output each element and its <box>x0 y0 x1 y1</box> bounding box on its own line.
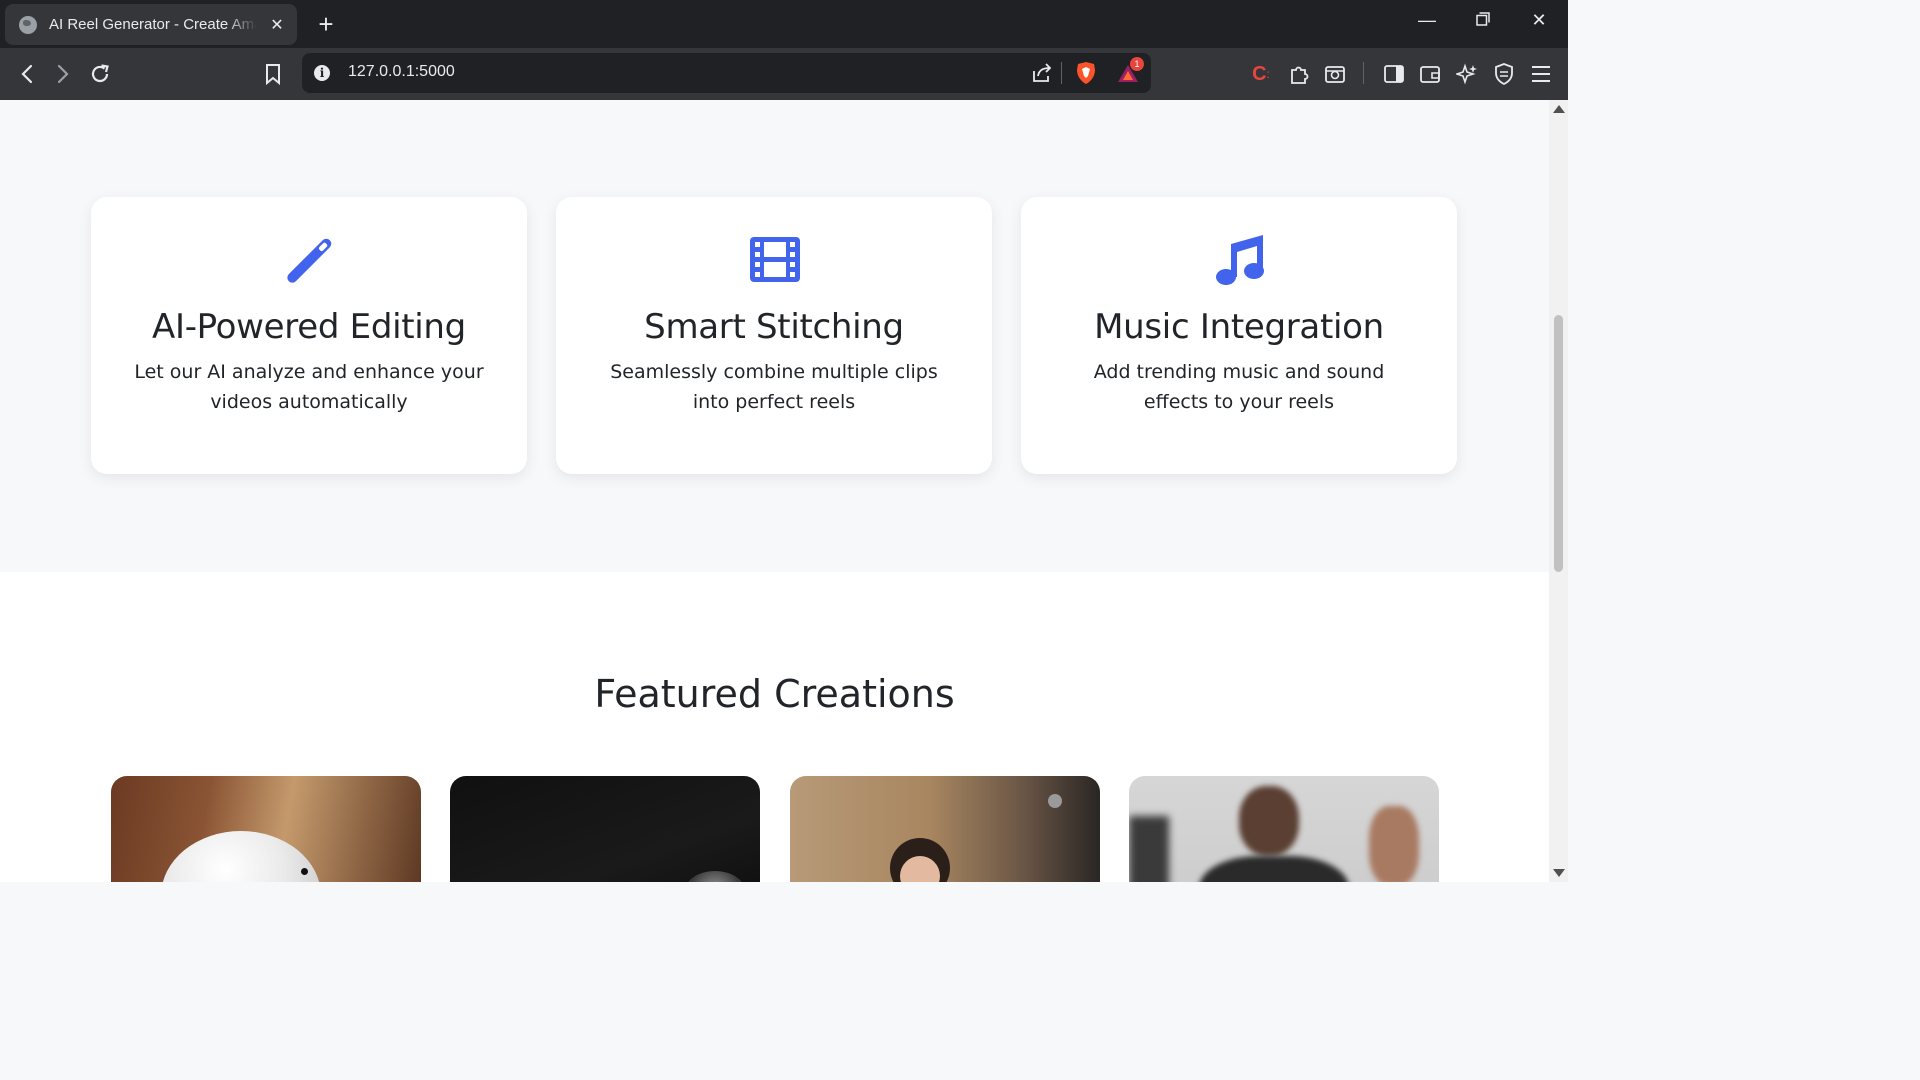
thumbnail-figure <box>1199 856 1349 882</box>
brave-shields-icon[interactable] <box>1072 59 1100 87</box>
sidebar-icon[interactable] <box>1380 60 1408 88</box>
tab-close-icon[interactable]: ✕ <box>267 15 287 35</box>
toolbar-divider <box>1363 62 1364 84</box>
browser-tabbar: AI Reel Generator - Create Amazing Reels… <box>0 0 1568 48</box>
brave-rewards-icon[interactable]: 1 <box>1114 57 1144 87</box>
thumbnail-image <box>1239 786 1299 856</box>
features-section: AI-Powered Editing Let our AI analyze an… <box>0 100 1549 572</box>
vpn-shield-icon[interactable] <box>1490 60 1518 88</box>
omnibox-divider <box>1061 62 1062 84</box>
browser-toolbar: i 127.0.0.1:5000 1 C: <box>0 48 1568 100</box>
reel-thumbnail[interactable] <box>790 776 1100 882</box>
feature-title: Music Integration <box>1094 307 1384 347</box>
featured-creations-section: Featured Creations <box>0 572 1549 882</box>
minimize-icon[interactable]: — <box>1412 10 1442 31</box>
close-window-icon[interactable]: ✕ <box>1524 10 1554 31</box>
rewards-badge: 1 <box>1130 57 1144 71</box>
forward-icon[interactable] <box>49 60 77 88</box>
reel-thumbnail[interactable] <box>111 776 421 882</box>
thumbnail-image <box>685 871 745 882</box>
browser-tab[interactable]: AI Reel Generator - Create Amazing Reels… <box>5 4 297 45</box>
globe-icon <box>19 15 37 34</box>
wallet-icon[interactable] <box>1416 60 1444 88</box>
back-icon[interactable] <box>13 60 41 88</box>
bookmark-icon[interactable] <box>259 60 287 88</box>
scroll-up-arrow-icon[interactable] <box>1553 105 1565 113</box>
address-bar[interactable]: i 127.0.0.1:5000 1 <box>302 53 1151 93</box>
feature-card-smart-stitching: Smart Stitching Seamlessly combine multi… <box>556 197 992 474</box>
feature-description: Add trending music and sound effects to … <box>1093 361 1385 413</box>
music-note-icon <box>1216 235 1264 285</box>
feature-card-music-integration: Music Integration Add trending music and… <box>1021 197 1457 474</box>
reel-thumbnail[interactable] <box>1129 776 1439 882</box>
thumbnail-detail <box>1048 794 1062 808</box>
feature-description: Seamlessly combine multiple clips into p… <box>610 361 938 413</box>
leo-ai-icon[interactable] <box>1453 60 1481 88</box>
restore-icon[interactable] <box>1468 10 1498 31</box>
new-tab-button[interactable]: + <box>312 9 340 39</box>
menu-icon[interactable] <box>1527 60 1555 88</box>
share-icon[interactable] <box>1028 59 1056 87</box>
section-heading: Featured Creations <box>594 672 955 716</box>
thumbnail-image <box>161 831 321 882</box>
screenshot-icon[interactable] <box>1321 60 1349 88</box>
reload-icon[interactable] <box>86 60 114 88</box>
page-viewport: AI-Powered Editing Let our AI analyze an… <box>0 100 1549 882</box>
site-info-icon[interactable]: i <box>314 65 330 81</box>
thumbnail-detail <box>301 868 308 875</box>
reel-thumbnail[interactable] <box>450 776 760 882</box>
feature-description: Let our AI analyze and enhance your vide… <box>134 361 484 413</box>
magic-wand-icon <box>287 238 332 283</box>
thumbnail-hand <box>1369 806 1419 882</box>
tab-title: AI Reel Generator - Create Amazing Reels <box>49 16 257 33</box>
extension-c-icon[interactable]: C: <box>1247 60 1275 88</box>
scrollbar-thumb[interactable] <box>1554 315 1563 572</box>
extensions-puzzle-icon[interactable] <box>1285 60 1313 88</box>
page-scrollbar[interactable] <box>1549 100 1568 882</box>
film-icon <box>750 237 800 282</box>
feature-title: AI-Powered Editing <box>152 307 466 347</box>
feature-title: Smart Stitching <box>644 307 904 347</box>
scroll-down-arrow-icon[interactable] <box>1553 869 1565 877</box>
url-text: 127.0.0.1:5000 <box>348 63 455 80</box>
feature-card-ai-editing: AI-Powered Editing Let our AI analyze an… <box>91 197 527 474</box>
thumbnail-figure-left <box>1129 816 1169 882</box>
